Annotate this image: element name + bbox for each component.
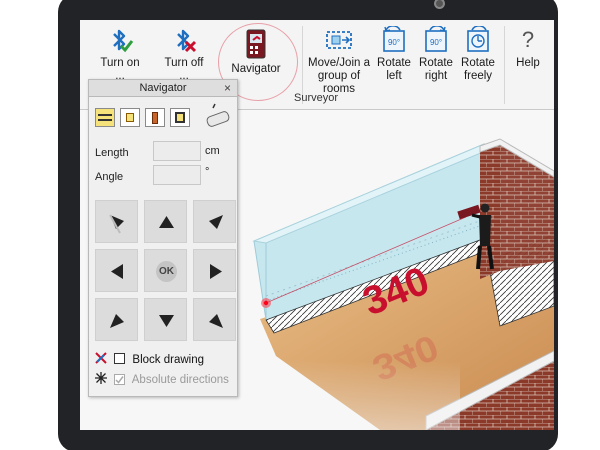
ribbon-group-label: Surveyor xyxy=(294,92,339,104)
help-icon: ? xyxy=(521,27,535,52)
angle-unit: ° xyxy=(205,166,210,178)
laser-meter-icon[interactable] xyxy=(201,102,233,130)
rotate-freely-icon xyxy=(467,26,489,52)
rotate-left-icon: 90° xyxy=(383,26,405,52)
ribbon-separator xyxy=(504,26,505,104)
move-left-button[interactable] xyxy=(95,249,138,292)
arrow-down-icon xyxy=(159,315,174,327)
ok-label: OK xyxy=(156,261,177,282)
move-join-rooms-button[interactable]: Move/Join a group of rooms xyxy=(304,26,374,96)
turn-off-button[interactable]: Turn off ... xyxy=(152,26,216,83)
wall-tool-icon[interactable] xyxy=(95,108,115,127)
pencil-cross-icon xyxy=(95,352,107,364)
rotate-right-label: Rotate xyxy=(419,57,453,69)
svg-text:90°: 90° xyxy=(388,38,400,47)
arrow-down-right-icon xyxy=(209,314,223,328)
navigator-device-icon xyxy=(246,29,266,59)
move-down-right-button[interactable] xyxy=(193,298,236,341)
checkmark-icon xyxy=(115,376,124,384)
rotate-right-button[interactable]: 90° Rotate right xyxy=(416,26,456,83)
length-unit: cm xyxy=(205,145,220,157)
rotate-freely-label: Rotate xyxy=(461,57,495,69)
help-label: Help xyxy=(516,57,540,69)
door-tool-icon[interactable] xyxy=(145,108,165,127)
move-down-button[interactable] xyxy=(144,298,187,341)
move-up-left-button[interactable] xyxy=(95,200,138,243)
angle-input[interactable] xyxy=(153,165,201,185)
webcam-icon xyxy=(434,0,445,9)
turn-off-label: Turn off xyxy=(164,57,204,69)
absolute-directions-label: Absolute directions xyxy=(131,374,229,386)
navigator-label: Navigator xyxy=(231,63,281,75)
move-up-button[interactable] xyxy=(144,200,187,243)
arrow-left-icon xyxy=(111,264,123,279)
panel-title: Navigator xyxy=(139,82,187,94)
rotate-right-icon: 90° xyxy=(425,26,447,52)
rotate-freely-label-2: freely xyxy=(463,70,493,82)
turn-on-button[interactable]: Turn on ... xyxy=(88,26,152,83)
length-input[interactable] xyxy=(153,141,201,161)
rotate-freely-button[interactable]: Rotate freely xyxy=(458,26,498,83)
bluetooth-off-icon xyxy=(177,29,197,53)
arrow-up-icon xyxy=(159,216,174,228)
move-down-left-button[interactable] xyxy=(95,298,138,341)
length-label: Length xyxy=(95,147,129,159)
window-tool-icon[interactable] xyxy=(120,108,140,127)
bluetooth-on-icon xyxy=(113,29,134,53)
navigator-panel: Navigator × Length cm Angle ° OK Block d… xyxy=(88,79,238,397)
block-drawing-label: Block drawing xyxy=(132,354,204,366)
move-rooms-icon xyxy=(326,31,352,49)
compass-icon xyxy=(95,372,107,384)
rotate-right-label-2: right xyxy=(424,70,448,82)
arrow-down-left-icon xyxy=(110,314,124,328)
block-drawing-checkbox[interactable] xyxy=(114,353,126,364)
close-icon[interactable]: × xyxy=(224,80,231,97)
navigator-button[interactable]: Navigator xyxy=(224,28,288,76)
absolute-directions-row[interactable]: Absolute directions xyxy=(95,372,229,386)
block-drawing-row[interactable]: Block drawing xyxy=(95,352,204,366)
app-screen: Turn on ... Turn off ... Navigator Move/… xyxy=(80,20,554,430)
svg-text:90°: 90° xyxy=(430,38,442,47)
help-button[interactable]: ? Help xyxy=(508,26,548,70)
rotate-left-label: Rotate xyxy=(377,57,411,69)
arrow-up-right-icon xyxy=(209,215,223,229)
rotate-left-label-2: left xyxy=(386,70,402,82)
absolute-directions-checkbox[interactable] xyxy=(114,374,126,385)
arrow-right-icon xyxy=(210,264,222,279)
room-tool-icon[interactable] xyxy=(170,108,190,127)
ok-button[interactable]: OK xyxy=(144,249,187,292)
rotate-left-button[interactable]: 90° Rotate left xyxy=(374,26,414,83)
angle-label: Angle xyxy=(95,171,124,183)
move-up-right-button[interactable] xyxy=(193,200,236,243)
panel-title-bar[interactable]: Navigator × xyxy=(89,80,237,97)
move-join-label: Move/Join a xyxy=(307,57,370,69)
move-right-button[interactable] xyxy=(193,249,236,292)
arrow-up-left-icon xyxy=(109,214,124,234)
turn-on-label: Turn on xyxy=(100,57,140,69)
